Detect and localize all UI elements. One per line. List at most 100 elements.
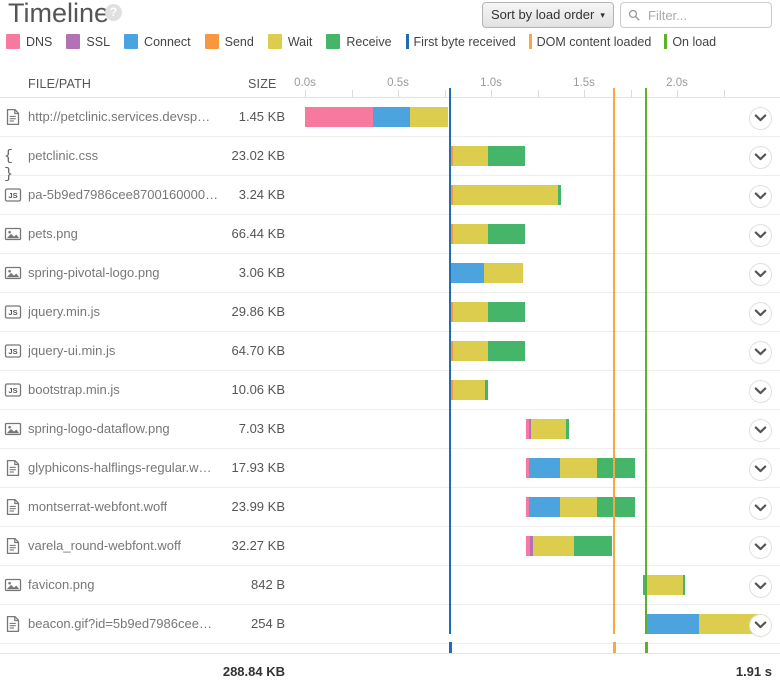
help-icon[interactable]: ? <box>105 4 122 21</box>
waterfall-segment-wait <box>453 302 488 322</box>
chevron-down-icon <box>754 309 767 317</box>
waterfall-segment-receive <box>597 458 635 478</box>
time-tick-label: 0.0s <box>294 77 316 89</box>
legend-swatch-icon <box>124 34 139 49</box>
svg-text:JS: JS <box>8 386 17 395</box>
waterfall-segment-wait <box>484 263 523 283</box>
waterfall-segment-wait <box>533 536 574 556</box>
table-row[interactable]: JS pa-5b9ed7986cee8700160000… 3.24 KB <box>0 176 780 215</box>
legend-item-wait: Wait <box>267 34 312 49</box>
filter-field[interactable] <box>620 2 780 28</box>
table-row[interactable]: pets.png 66.44 KB <box>0 215 780 254</box>
legend-item-connect: Connect <box>124 34 191 49</box>
expand-row-button[interactable] <box>749 146 772 169</box>
legend-swatch-icon <box>267 34 282 49</box>
legend-item-receive: Receive <box>326 34 392 49</box>
legend-item-dom-content-loaded: DOM content loaded <box>528 34 651 49</box>
waterfall-segment-receive <box>488 224 526 244</box>
waterfall-segment-receive <box>488 146 526 166</box>
expand-row-button[interactable] <box>749 536 772 559</box>
waterfall-segment-wait <box>453 341 488 361</box>
legend-line-icon <box>664 34 668 49</box>
expand-row-button[interactable] <box>749 302 772 325</box>
request-name[interactable]: favicon.png <box>28 577 95 592</box>
chevron-down-icon <box>754 387 767 395</box>
time-ruler: 0.0s 0.5s 1.0s 1.5s 2.0s <box>0 74 780 98</box>
waterfall-segment-wait <box>410 107 449 127</box>
chevron-down-icon <box>754 270 767 278</box>
request-name[interactable]: pets.png <box>28 226 78 241</box>
legend-item-ssl: SSL <box>66 34 110 49</box>
legend-label: On load <box>672 34 717 49</box>
js-icon: JS <box>4 303 22 321</box>
table-row[interactable]: montserrat-webfont.woff 23.99 KB <box>0 488 780 527</box>
request-name[interactable]: jquery-ui.min.js <box>28 343 115 358</box>
table-row[interactable]: JS bootstrap.min.js 10.06 KB <box>0 371 780 410</box>
table-row[interactable]: glyphicons-halflings-regular.w… 17.93 KB <box>0 449 780 488</box>
marker-line-on-load <box>645 88 647 634</box>
chevron-down-icon <box>754 114 767 122</box>
table-row[interactable]: JS jquery-ui.min.js 64.70 KB <box>0 332 780 371</box>
expand-row-button[interactable] <box>749 419 772 442</box>
legend-label: Send <box>224 34 254 49</box>
marker-line-dom-content-loaded <box>613 88 616 634</box>
chevron-down-icon: ▾ <box>600 10 605 20</box>
expand-row-button[interactable] <box>749 341 772 364</box>
table-row[interactable]: beacon.gif?id=5b9ed7986cee… 254 B <box>0 605 780 644</box>
waterfall-segment-receive <box>682 575 685 595</box>
request-name[interactable]: spring-logo-dataflow.png <box>28 421 170 436</box>
table-row[interactable]: { } petclinic.css 23.02 KB <box>0 137 780 183</box>
waterfall-segment-receive <box>597 497 635 517</box>
waterfall-segment-connect <box>528 497 560 517</box>
image-icon <box>4 225 22 243</box>
request-size: 23.99 KB <box>231 499 286 514</box>
legend-item-dns: DNS <box>6 34 52 49</box>
expand-row-button[interactable] <box>749 224 772 247</box>
waterfall-segment-wait <box>560 458 597 478</box>
waterfall-segment-wait <box>560 497 597 517</box>
search-icon <box>628 9 640 21</box>
request-size: 3.06 KB <box>238 265 285 280</box>
time-tick-label: 2.0s <box>666 77 688 89</box>
legend-swatch-icon <box>326 34 341 49</box>
sort-dropdown[interactable]: Sort by load order ▾ <box>482 2 614 28</box>
waterfall-bar <box>0 332 780 370</box>
expand-row-button[interactable] <box>749 185 772 208</box>
expand-row-button[interactable] <box>749 575 772 598</box>
table-row[interactable]: JS jquery.min.js 29.86 KB <box>0 293 780 332</box>
waterfall-segment-connect <box>528 458 560 478</box>
chevron-down-icon <box>754 504 767 512</box>
request-name[interactable]: varela_round-webfont.woff <box>28 538 181 553</box>
table-row[interactable]: varela_round-webfont.woff 32.27 KB <box>0 527 780 566</box>
request-name[interactable]: spring-pivotal-logo.png <box>28 265 160 280</box>
request-size: 66.44 KB <box>231 226 286 241</box>
request-name[interactable]: bootstrap.min.js <box>28 382 120 397</box>
js-icon: JS <box>4 186 22 204</box>
waterfall-segment-dns <box>525 497 529 517</box>
table-row[interactable]: http://petclinic.services.devsp… 1.45 KB <box>0 98 780 137</box>
search-input[interactable] <box>646 6 780 24</box>
table-row[interactable]: spring-pivotal-logo.png 3.06 KB <box>0 254 780 293</box>
request-name[interactable]: jquery.min.js <box>28 304 100 319</box>
table-row[interactable]: spring-logo-dataflow.png 7.03 KB <box>0 410 780 449</box>
expand-row-button[interactable] <box>749 263 772 286</box>
legend-label: Receive <box>346 34 392 49</box>
expand-row-button[interactable] <box>749 380 772 403</box>
waterfall-segment-ssl <box>528 419 531 439</box>
legend-label: Connect <box>144 34 191 49</box>
table-row[interactable]: favicon.png 842 B <box>0 566 780 605</box>
waterfall-segment-receive <box>565 419 569 439</box>
total-time: 1.91 s <box>735 664 772 679</box>
waterfall-segment-dns <box>525 458 529 478</box>
request-name[interactable]: montserrat-webfont.woff <box>28 499 167 514</box>
expand-row-button[interactable] <box>749 458 772 481</box>
chevron-down-icon <box>754 348 767 356</box>
waterfall-segment-wait <box>530 419 566 439</box>
chevron-down-icon <box>754 426 767 434</box>
expand-row-button[interactable] <box>749 614 772 637</box>
waterfall-segment-wait <box>453 185 558 205</box>
request-name[interactable]: petclinic.css <box>28 148 98 163</box>
expand-row-button[interactable] <box>749 497 772 520</box>
request-size: 3.24 KB <box>238 187 285 202</box>
expand-row-button[interactable] <box>749 107 772 130</box>
